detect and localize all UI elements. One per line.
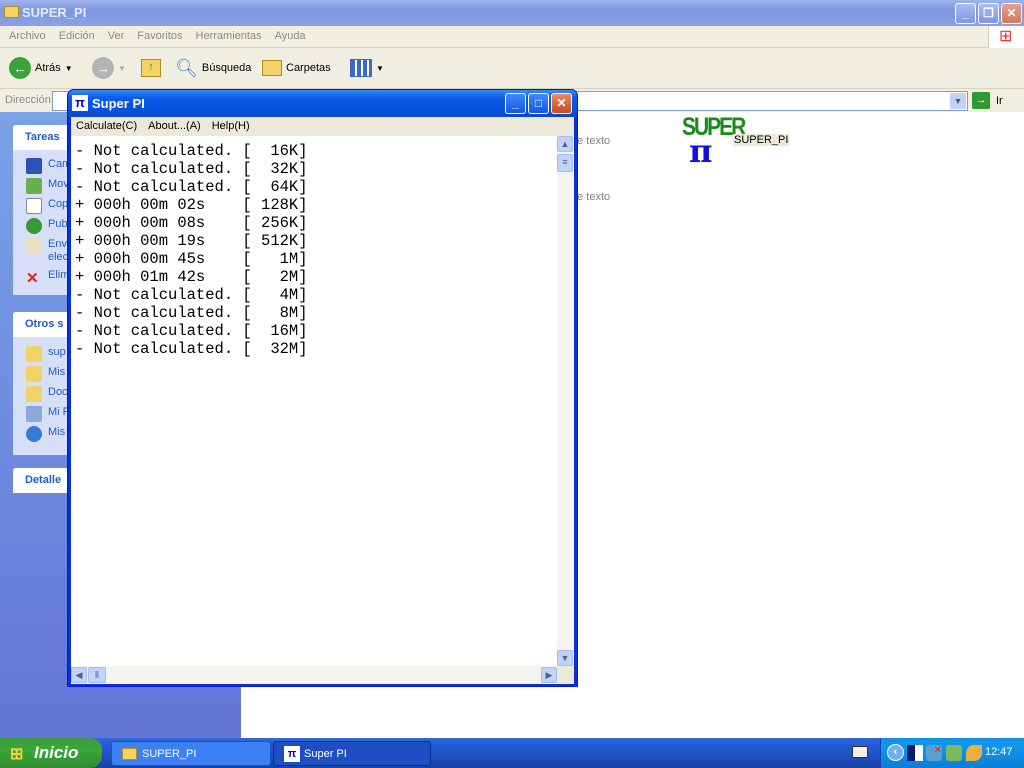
folders-label: Carpetas — [286, 62, 331, 74]
views-icon — [350, 59, 372, 77]
place-item[interactable]: Doc — [26, 386, 68, 402]
result-line: + 000h 00m 08s [ 256K] — [75, 214, 308, 232]
show-hidden-icons-button[interactable]: ‹ — [887, 744, 904, 761]
search-button[interactable]: 🔍︎ Búsqueda — [175, 56, 251, 80]
windows-flag-icon: ⊞ — [10, 746, 24, 763]
task-item[interactable]: ✕ Elim — [26, 269, 69, 287]
forward-button[interactable]: → ▼ — [92, 56, 126, 80]
file-name[interactable]: SUPER_PI — [733, 134, 790, 146]
maximize-button[interactable]: □ — [528, 93, 549, 114]
results-list: - Not calculated. [ 16K] - Not calculated… — [75, 142, 308, 358]
super-pi-file-icon[interactable]: SUPER π — [681, 114, 746, 170]
explorer-title: SUPER_PI — [22, 5, 87, 20]
place-item[interactable]: sup — [26, 346, 66, 362]
super-pi-menu-bar: Calculate(C) About...(A) Help(H) — [71, 117, 574, 136]
result-line: - Not calculated. [ 8M] — [75, 304, 308, 322]
tray-app-icon[interactable] — [907, 745, 923, 761]
pi-icon: π — [689, 132, 713, 170]
menu-calculate[interactable]: Calculate(C) — [76, 120, 137, 132]
up-folder-icon: ↑ — [141, 59, 161, 77]
menu-edicion[interactable]: Edición — [59, 30, 95, 42]
windows-logo-icon: ⊞ — [988, 26, 1024, 48]
task-item[interactable]: Cam — [26, 158, 71, 174]
network-disconnected-icon[interactable]: ✕ — [926, 745, 942, 761]
back-button[interactable]: ← Atrás ▼ — [9, 56, 73, 80]
go-button[interactable]: → Ir — [972, 92, 1003, 109]
back-label: Atrás — [35, 62, 61, 74]
minimize-button[interactable]: _ — [955, 3, 976, 24]
results-text-area[interactable]: - Not calculated. [ 16K] - Not calculated… — [71, 136, 574, 684]
super-pi-window: π Super PI _ □ ✕ Calculate(C) About...(A)… — [67, 89, 578, 687]
result-line: + 000h 00m 19s [ 512K] — [75, 232, 308, 250]
result-line: - Not calculated. [ 4M] — [75, 286, 308, 304]
menu-about[interactable]: About...(A) — [148, 120, 201, 132]
result-line: - Not calculated. [ 32M] — [75, 340, 308, 358]
explorer-title-bar: SUPER_PI _ ❐ ✕ — [0, 0, 1024, 26]
tray-tool-icon[interactable] — [966, 745, 982, 761]
start-button[interactable]: ⊞ Inicio — [0, 738, 102, 768]
menu-help[interactable]: Help(H) — [212, 120, 250, 132]
result-line: - Not calculated. [ 32K] — [75, 160, 308, 178]
menu-ayuda[interactable]: Ayuda — [275, 30, 306, 42]
search-label: Búsqueda — [201, 62, 252, 74]
task-item[interactable]: Cop — [26, 198, 68, 214]
clock[interactable]: 12:47 — [985, 746, 1013, 758]
result-line: - Not calculated. [ 16M] — [75, 322, 308, 340]
explorer-toolbar: ← Atrás ▼ → ▼ ↑ 🔍︎ Búsqueda Carpetas ▼ — [0, 48, 1024, 89]
go-label: Ir — [996, 94, 1003, 107]
result-line: + 000h 01m 42s [ 2M] — [75, 268, 308, 286]
place-item[interactable]: Mis — [26, 426, 65, 442]
up-folder-button[interactable]: ↑ — [141, 56, 161, 80]
close-button[interactable]: ✕ — [1001, 3, 1022, 24]
back-arrow-icon: ← — [9, 57, 31, 79]
result-line: - Not calculated. [ 64K] — [75, 178, 308, 196]
task-item[interactable]: Pub — [26, 218, 68, 234]
taskbar-item-super-pi-app[interactable]: π Super PI — [273, 741, 431, 766]
vertical-scrollbar[interactable]: ▲ ≡ ▼ — [557, 136, 574, 666]
search-icon: 🔍︎ — [175, 57, 198, 78]
restore-button[interactable]: ❐ — [978, 3, 999, 24]
super-pi-app-icon: π — [72, 95, 88, 111]
super-pi-title-bar[interactable]: π Super PI _ □ ✕ — [68, 90, 577, 117]
menu-favoritos[interactable]: Favoritos — [137, 30, 182, 42]
views-button[interactable]: ▼ — [350, 56, 384, 80]
folder-icon — [122, 748, 137, 760]
result-line: + 000h 00m 02s [ 128K] — [75, 196, 308, 214]
menu-archivo[interactable]: Archivo — [9, 30, 46, 42]
task-item[interactable]: Mov — [26, 178, 69, 194]
taskbar-item-super-pi-folder[interactable]: SUPER_PI — [111, 741, 271, 766]
task-item[interactable]: Env elec — [26, 238, 68, 264]
start-label: Inicio — [34, 743, 79, 762]
close-button[interactable]: ✕ — [551, 93, 572, 114]
forward-arrow-icon: → — [92, 57, 114, 79]
resize-grip[interactable] — [557, 666, 574, 684]
address-label: Dirección — [5, 94, 51, 106]
tray-security-icon[interactable] — [946, 745, 962, 761]
scroll-left-icon[interactable]: ◀ — [71, 667, 87, 683]
scroll-up-icon[interactable]: ▲ — [557, 136, 573, 152]
scroll-right-icon[interactable]: ▶ — [541, 667, 557, 683]
menu-ver[interactable]: Ver — [108, 30, 125, 42]
delete-icon: ✕ — [26, 270, 39, 287]
scroll-thumb[interactable]: ≡ — [557, 154, 573, 172]
explorer-menu-bar: Archivo Edición Ver Favoritos Herramientas Ay… — [0, 26, 1024, 48]
super-pi-app-icon: π — [284, 746, 300, 762]
menu-herramientas[interactable]: Herramientas — [196, 30, 262, 42]
hscroll-thumb[interactable]: ⦀ — [88, 667, 106, 683]
place-item[interactable]: Mis — [26, 366, 65, 382]
system-tray: ‹ ✕ 12:47 — [880, 738, 1024, 768]
horizontal-scrollbar[interactable]: ◀ ⦀ ▶ — [71, 666, 557, 684]
keyboard-icon[interactable] — [852, 746, 868, 758]
result-line: - Not calculated. [ 16K] — [75, 142, 308, 160]
minimize-button[interactable]: _ — [505, 93, 526, 114]
super-pi-title: Super PI — [92, 96, 145, 111]
address-dropdown-icon[interactable]: ▼ — [950, 93, 966, 109]
go-arrow-icon: → — [972, 92, 990, 109]
scroll-down-icon[interactable]: ▼ — [557, 650, 573, 666]
place-item[interactable]: Mi P — [26, 406, 70, 422]
folders-icon — [262, 60, 282, 76]
folder-icon — [4, 6, 19, 18]
folders-button[interactable]: Carpetas — [262, 56, 331, 80]
result-line: + 000h 00m 45s [ 1M] — [75, 250, 308, 268]
